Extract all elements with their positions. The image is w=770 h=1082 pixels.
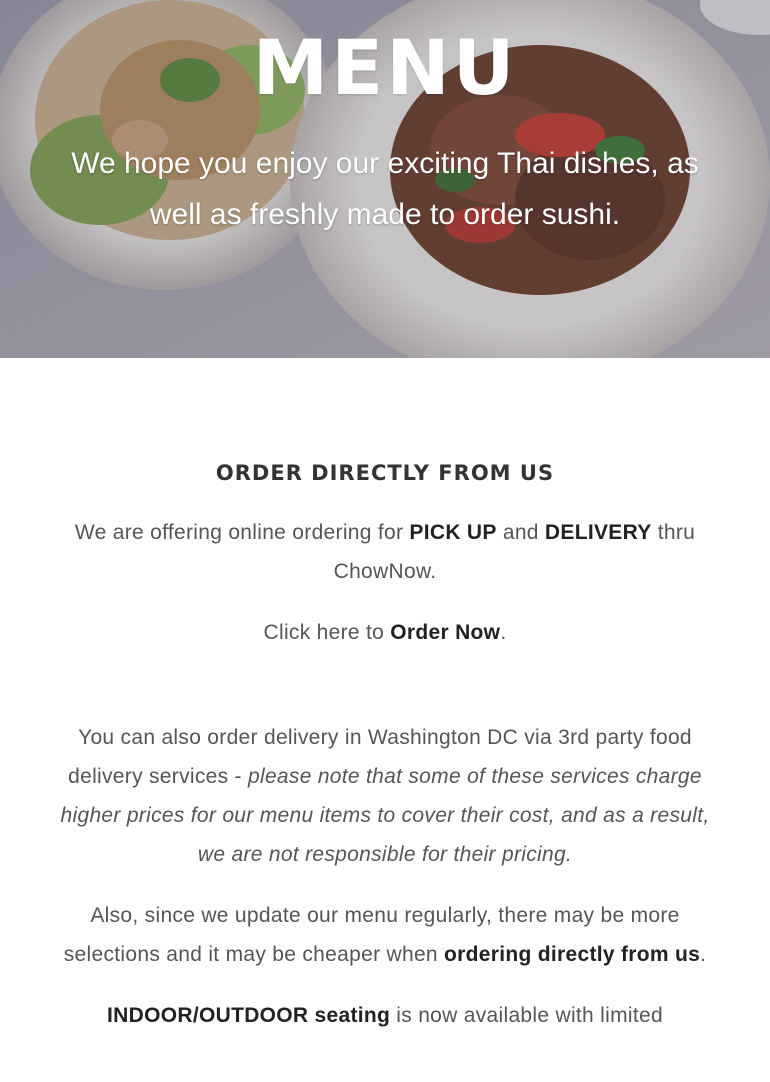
order-now-paragraph: Click here to Order Now. (60, 613, 710, 652)
seating-paragraph: INDOOR/OUTDOOR seating is now available … (60, 996, 710, 1035)
hero-subtitle: We hope you enjoy our exciting Thai dish… (71, 147, 699, 231)
order-section: ORDER DIRECTLY FROM US We are offering o… (60, 455, 710, 1057)
online-ordering-paragraph: We are offering online ordering for PICK… (60, 513, 710, 591)
seating-label: INDOOR/OUTDOOR seating (107, 1004, 391, 1027)
p4-text-c: . (700, 943, 707, 966)
pickup-label: PICK UP (409, 521, 497, 544)
third-party-paragraph: You can also order delivery in Washingto… (60, 718, 710, 874)
p2-text-b: . (500, 621, 507, 644)
section-heading: ORDER DIRECTLY FROM US (215, 461, 555, 485)
order-now-link[interactable]: Order Now (390, 621, 500, 644)
hero-banner: MENU We hope you enjoy our exciting Thai… (0, 0, 770, 358)
p1-text-c: and (496, 521, 545, 544)
p2-text-a: Click here to (263, 621, 391, 644)
p1-text-a: We are offering online ordering for (74, 521, 410, 544)
order-directly-label: ordering directly from us (444, 943, 701, 966)
menu-update-paragraph: Also, since we update our menu regularly… (60, 896, 710, 974)
p5-text-a: is now available with limited (390, 1004, 663, 1027)
page-title: MENU (252, 23, 518, 112)
delivery-label: DELIVERY (544, 521, 652, 544)
